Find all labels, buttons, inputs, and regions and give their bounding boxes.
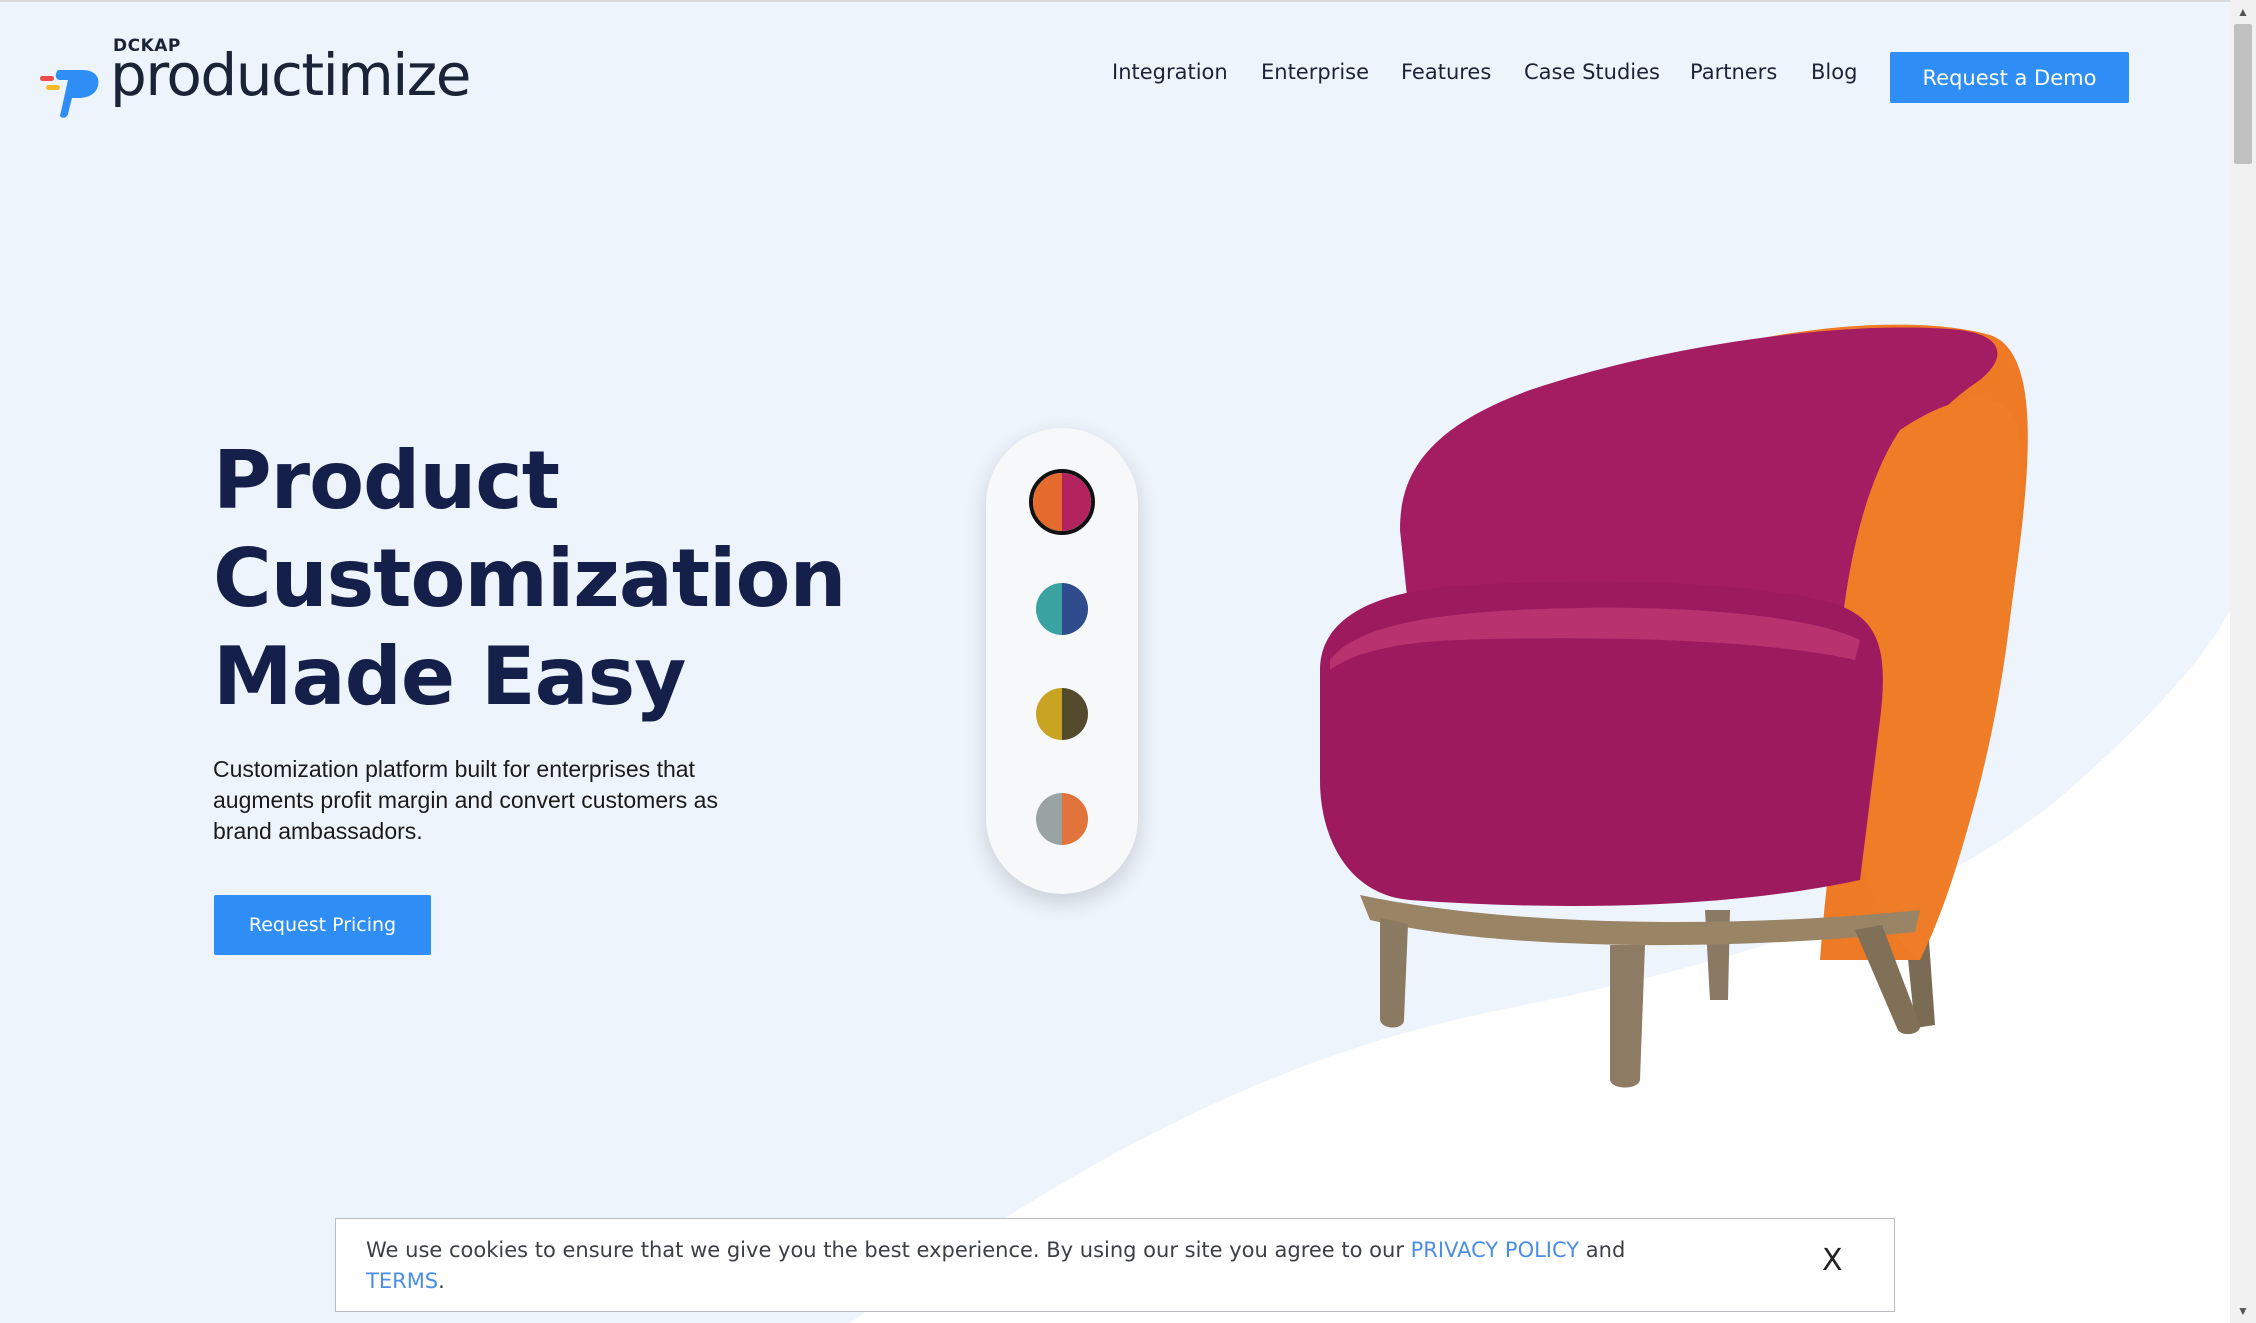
hero-title-line: Product <box>213 434 560 527</box>
productimize-logo-icon <box>40 70 99 118</box>
scroll-down-arrow-icon[interactable]: ▼ <box>2230 1301 2256 1321</box>
close-cookie-button[interactable]: X <box>1822 1243 1843 1278</box>
color-swatch-picker <box>986 428 1138 894</box>
cookie-text: We use cookies to ensure that we give yo… <box>366 1238 1411 1262</box>
hero-title-line: Made Easy <box>213 630 686 723</box>
brand-logo[interactable]: DCKAP productimize <box>40 36 471 118</box>
cookie-message: We use cookies to ensure that we give yo… <box>366 1235 1696 1297</box>
request-pricing-button[interactable]: Request Pricing <box>214 895 431 955</box>
hero-title: Product Customization Made Easy <box>213 432 913 726</box>
hero-subtitle: Customization platform built for enterpr… <box>213 756 718 844</box>
swatch-teal-blue[interactable] <box>1036 583 1088 635</box>
swatch-grey-orange[interactable] <box>1036 793 1088 845</box>
request-demo-button[interactable]: Request a Demo <box>1890 52 2129 103</box>
scrollbar-thumb[interactable] <box>2234 24 2252 164</box>
nav-partners[interactable]: Partners <box>1690 60 1777 84</box>
swatch-orange-magenta[interactable] <box>1029 469 1095 535</box>
nav-features[interactable]: Features <box>1401 60 1491 84</box>
nav-case-studies[interactable]: Case Studies <box>1524 60 1660 84</box>
logo-product-text: productimize <box>110 41 471 109</box>
privacy-policy-link[interactable]: PRIVACY POLICY <box>1411 1238 1579 1262</box>
cookie-banner: We use cookies to ensure that we give yo… <box>335 1218 1895 1312</box>
terms-link[interactable]: TERMS <box>366 1269 438 1293</box>
swatch-mustard-olive[interactable] <box>1036 688 1088 740</box>
hero-title-line: Customization <box>213 532 846 625</box>
armchair-product-image <box>1320 324 2028 1088</box>
page-scrollbar[interactable]: ▲ ▼ <box>2230 0 2256 1323</box>
nav-blog[interactable]: Blog <box>1811 60 1857 84</box>
nav-enterprise[interactable]: Enterprise <box>1261 60 1369 84</box>
scroll-up-arrow-icon[interactable]: ▲ <box>2230 2 2256 22</box>
cookie-and-text: and <box>1579 1238 1626 1262</box>
nav-integration[interactable]: Integration <box>1112 60 1228 84</box>
cookie-period: . <box>438 1269 445 1293</box>
